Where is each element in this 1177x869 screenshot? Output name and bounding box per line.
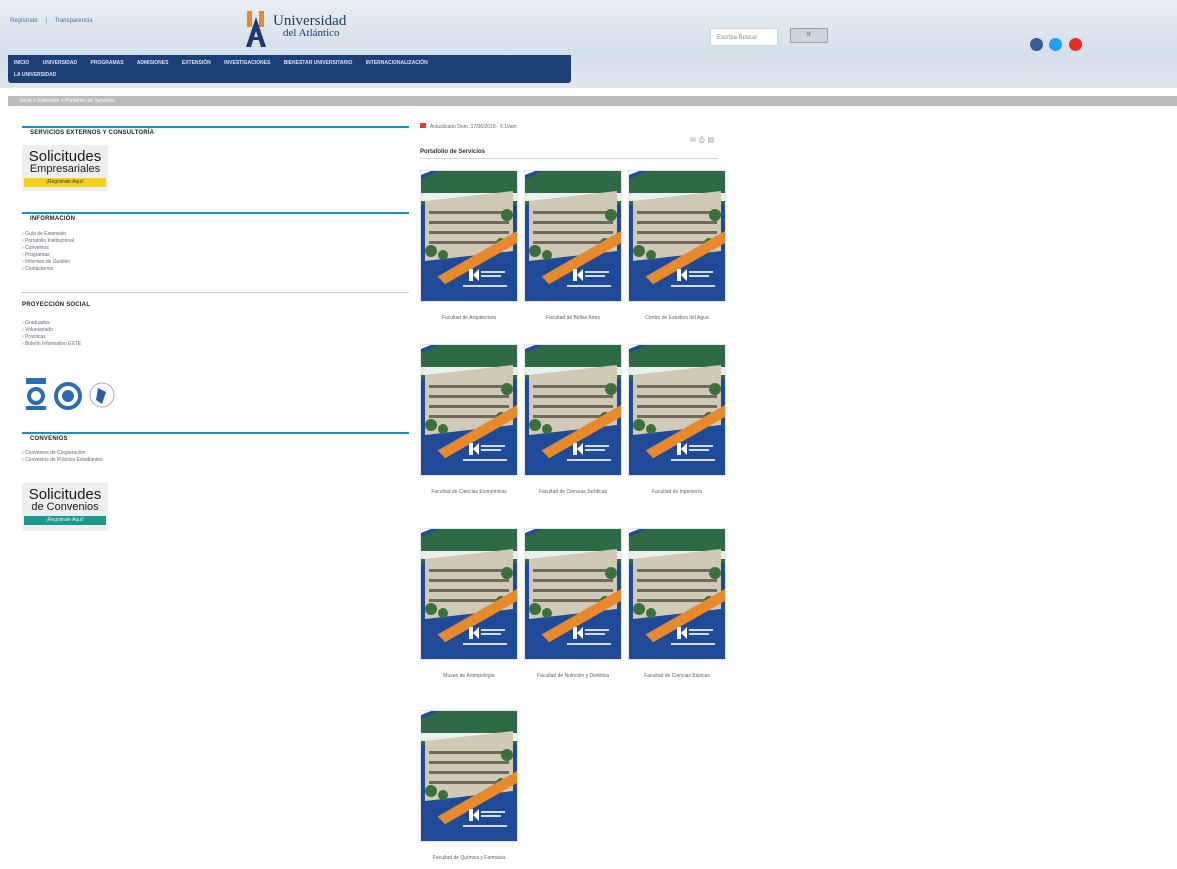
section-title-informacion: INFORMACIÓN <box>30 216 76 222</box>
portfolio-card-label[interactable]: Facultad de Química y Farmacia <box>420 854 518 862</box>
certification-seal-icon <box>26 378 46 410</box>
section-title-convenios: CONVENIOS <box>30 436 68 442</box>
promo-solicitudes-convenios[interactable]: Solicitudes de Convenios ¡Regístrate Aqu… <box>22 483 108 531</box>
breadcrumb: Inicio > Extensión > Portafolio de Servi… <box>8 96 1177 106</box>
list-item[interactable]: › Contáctenos <box>22 266 74 273</box>
nav-item-admisiones[interactable]: ADMISIONES <box>137 60 169 66</box>
youtube-icon[interactable] <box>1068 38 1082 51</box>
portfolio-card-label[interactable]: Facultad de Ciencias Jurídicas <box>524 488 622 496</box>
info-links: › Guía de Extensión › Portafolio Institu… <box>22 231 74 273</box>
section-divider <box>22 432 409 434</box>
promo1-line1: Solicitudes <box>28 148 102 165</box>
portfolio-card-label[interactable]: Facultad de Ingeniería <box>628 488 726 496</box>
portfolio-cover[interactable] <box>628 170 726 302</box>
portfolio-card-label[interactable]: Facultad de Nutrición y Dietética <box>524 672 622 680</box>
social-links <box>1030 38 1084 56</box>
list-item[interactable]: › Convenios de Cooperación <box>22 450 103 457</box>
nav-item-la-universidad[interactable]: LA UNIVERSIDAD <box>14 72 56 78</box>
list-item[interactable]: › Practicas <box>22 334 81 341</box>
cover-image <box>525 529 621 659</box>
portfolio-cover[interactable] <box>524 344 622 476</box>
portfolio-card-label[interactable]: Museo de Antropología <box>420 672 518 680</box>
accreditation-seal-icon <box>89 382 115 408</box>
cover-image <box>629 171 725 301</box>
last-updated: Actualizado Dom, 17/06/2018 - 6:19am <box>420 123 517 130</box>
university-logo[interactable]: Universidad del Atlántico <box>245 11 347 49</box>
cover-image <box>525 171 621 301</box>
list-item[interactable]: › Informes de Gestión <box>22 259 74 266</box>
portfolio-cover[interactable] <box>420 344 518 476</box>
divider <box>420 158 718 159</box>
portfolio-cover[interactable] <box>420 528 518 660</box>
logo-title: Universidad <box>273 13 347 29</box>
section-title-servicios: SERVICIOS EXTERNOS Y CONSULTORÍA <box>30 130 155 136</box>
cover-image <box>421 345 517 475</box>
cover-image <box>421 529 517 659</box>
nav-item-investigaciones[interactable]: INVESTIGACIONES <box>224 60 270 66</box>
promo1-line2: Empresariales <box>29 163 101 175</box>
promo2-line1: Solicitudes <box>28 486 102 503</box>
section-divider <box>22 126 409 128</box>
portfolio-cover[interactable] <box>420 710 518 842</box>
nav-item-programas[interactable]: PROGRAMAS <box>91 60 124 66</box>
divider <box>22 292 409 293</box>
nav-item-extension[interactable]: EXTENSIÓN <box>182 60 211 66</box>
promo1-strip: ¡Regístrate Aquí! <box>24 178 106 187</box>
logo-mark-icon <box>246 11 266 47</box>
page-tools: ✉⎙▤ <box>690 136 717 145</box>
promo2-strip: ¡Regístrate Aquí! <box>24 516 106 525</box>
pdf-icon[interactable]: ▤ <box>707 137 717 144</box>
list-item[interactable]: › Convenios de Práctica Estudiantes <box>22 457 103 464</box>
portfolio-card-label[interactable]: Facultad de Ciencias Básicas <box>628 672 726 680</box>
portfolio-cover[interactable] <box>524 170 622 302</box>
portfolio-card-label[interactable]: Facultad de Ciencias Económicas <box>420 488 518 496</box>
portfolio-cover[interactable] <box>628 528 726 660</box>
nav-item-internacionalizacion[interactable]: INTERNACIONALIZACIÓN <box>366 60 428 66</box>
top-link-transparency[interactable]: Transparencia <box>54 18 92 24</box>
twitter-icon[interactable] <box>1049 38 1063 51</box>
cover-image <box>525 345 621 475</box>
section-title-proyeccion: PROYECCIÓN SOCIAL <box>22 302 91 308</box>
top-link-register[interactable]: Regístrate <box>10 18 38 24</box>
search-input[interactable]: Escriba Buscar <box>710 28 778 46</box>
portfolio-cover[interactable] <box>524 528 622 660</box>
nav-item-bienestar[interactable]: BIENESTAR UNIVERSITARIO <box>284 60 353 66</box>
list-item[interactable]: › Guía de Extensión <box>22 231 74 238</box>
cover-image <box>629 529 725 659</box>
portfolio-cover[interactable] <box>628 344 726 476</box>
iqnet-seal-icon <box>54 382 82 410</box>
list-item[interactable]: › Programas <box>22 252 74 259</box>
nav-item-universidad[interactable]: UNIVERSIDAD <box>43 60 77 66</box>
page-title: Portafolio de Servicios <box>420 149 486 155</box>
main-nav: INICIO UNIVERSIDAD PROGRAMAS ADMISIONES … <box>8 55 571 83</box>
section-divider <box>22 212 409 214</box>
portfolio-card-label[interactable]: Centro de Estudios del Agua <box>628 314 726 322</box>
nav-item-inicio[interactable]: INICIO <box>14 60 29 66</box>
list-item[interactable]: › Graduados <box>22 320 81 327</box>
list-item[interactable]: › Voluntariado <box>22 327 81 334</box>
list-item[interactable]: › Convenios <box>22 245 74 252</box>
promo2-line2: de Convenios <box>31 501 99 513</box>
search-button[interactable]: Ir <box>790 28 828 43</box>
portfolio-cover[interactable] <box>420 170 518 302</box>
portfolio-card-label[interactable]: Facultad de Arquitectura <box>420 314 518 322</box>
convenio-links: › Convenios de Cooperación › Convenios d… <box>22 450 103 464</box>
facebook-icon[interactable] <box>1030 38 1043 51</box>
top-links: Regístrate | Transparencia <box>10 18 93 24</box>
site-header: Regístrate | Transparencia Universidad d… <box>0 0 1177 88</box>
email-icon[interactable]: ✉ <box>690 137 699 144</box>
list-item[interactable]: › Portafolio Institucional <box>22 238 74 245</box>
social-projection-links: › Graduados › Voluntariado › Practicas ›… <box>22 320 81 348</box>
promo-solicitudes-empresariales[interactable]: Solicitudes Empresariales ¡Regístrate Aq… <box>22 145 108 191</box>
portfolio-card-label[interactable]: Facultad de Bellas Artes <box>524 314 622 322</box>
calendar-icon <box>420 123 426 128</box>
cover-image <box>421 171 517 301</box>
logo-subtitle: del Atlántico <box>283 27 340 39</box>
cover-image <box>421 711 517 841</box>
list-item[interactable]: › Boletín Informativo EXTE <box>22 341 81 348</box>
cover-image <box>629 345 725 475</box>
